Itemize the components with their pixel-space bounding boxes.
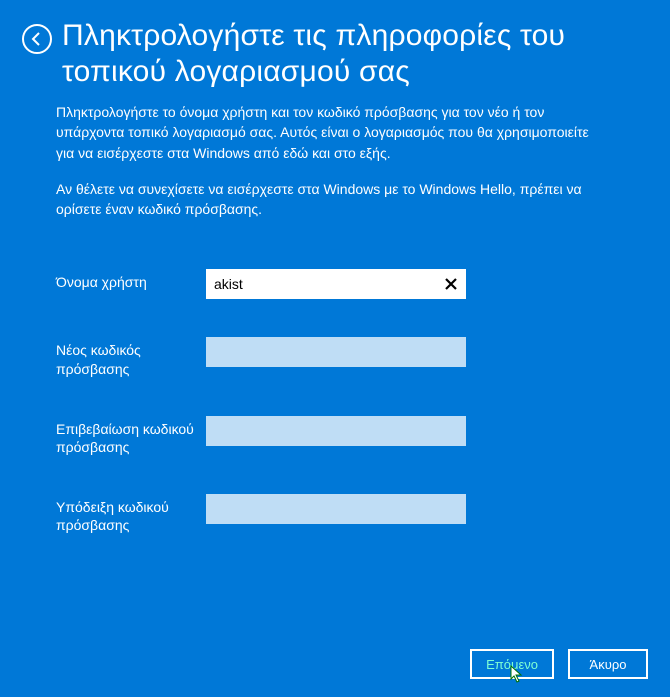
password-hint-label: Υπόδειξη κωδικού πρόσβασης <box>56 494 206 534</box>
password-hint-input[interactable] <box>206 494 466 524</box>
back-button[interactable] <box>22 24 52 54</box>
confirm-password-input[interactable] <box>206 416 466 446</box>
new-password-label: Νέος κωδικός πρόσβασης <box>56 337 206 377</box>
clear-input-button[interactable] <box>440 273 462 295</box>
page-title: Πληκτρολογήστε τις πληροφορίες του τοπικ… <box>62 18 648 90</box>
intro-paragraph-2: Αν θέλετε να συνεχίσετε να εισέρχεστε στ… <box>56 179 610 220</box>
next-button[interactable]: Επόμενο <box>470 649 554 679</box>
username-input[interactable] <box>206 269 466 299</box>
intro-paragraph-1: Πληκτρολογήστε το όνομα χρήστη και τον κ… <box>56 102 610 163</box>
arrow-left-icon <box>29 31 45 47</box>
close-icon <box>444 277 458 291</box>
cancel-button[interactable]: Άκυρο <box>568 649 648 679</box>
username-label: Όνομα χρήστη <box>56 269 206 291</box>
new-password-input[interactable] <box>206 337 466 367</box>
confirm-password-label: Επιβεβαίωση κωδικού πρόσβασης <box>56 416 206 456</box>
